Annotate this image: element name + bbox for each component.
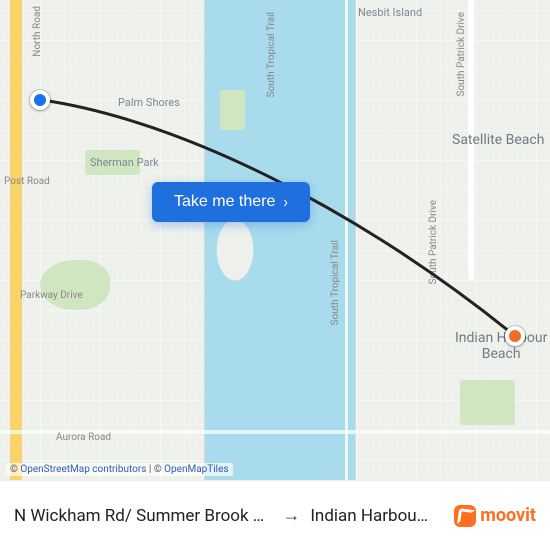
route-from-label: N Wickham Rd/ Summer Brook S… xyxy=(14,506,272,526)
app-root: Palm Shores Nesbit Island Satellite Beac… xyxy=(0,0,550,550)
cta-label: Take me there xyxy=(174,193,275,210)
mainland-land xyxy=(0,0,205,480)
chevron-right-icon: › xyxy=(283,194,287,212)
park-indian-harbour xyxy=(460,380,515,425)
attrib-sep: | © xyxy=(149,464,164,475)
route-summary-bar: N Wickham Rd/ Summer Brook S… → Indian H… xyxy=(0,480,550,550)
park-southwest xyxy=(40,260,110,310)
origin-marker[interactable] xyxy=(30,90,50,110)
openmaptiles-link[interactable]: OpenMapTiles xyxy=(164,464,228,475)
barrier-island-land xyxy=(355,0,550,480)
road-aurora xyxy=(0,430,550,434)
park-sherman xyxy=(85,150,140,175)
road-patrick-drive xyxy=(468,0,474,280)
destination-marker[interactable] xyxy=(505,326,525,346)
arrow-right-icon: → xyxy=(282,505,300,526)
osm-link[interactable]: OpenStreetMap contributors xyxy=(20,464,146,475)
take-me-there-button[interactable]: Take me there › xyxy=(152,182,310,222)
lagoon-water xyxy=(205,0,355,480)
map-attribution: © OpenStreetMap contributors | © OpenMap… xyxy=(6,463,233,476)
moovit-brand[interactable]: moovit xyxy=(454,505,536,527)
road-wickham xyxy=(10,0,22,480)
brand-text: moovit xyxy=(480,505,536,526)
attrib-prefix: © xyxy=(10,464,20,475)
map-canvas[interactable]: Palm Shores Nesbit Island Satellite Beac… xyxy=(0,0,550,480)
route-to-label: Indian Harbou… xyxy=(310,506,444,526)
moovit-logo-icon xyxy=(454,505,476,527)
park-island-north xyxy=(220,90,245,130)
road-tropical-trail xyxy=(345,0,348,480)
